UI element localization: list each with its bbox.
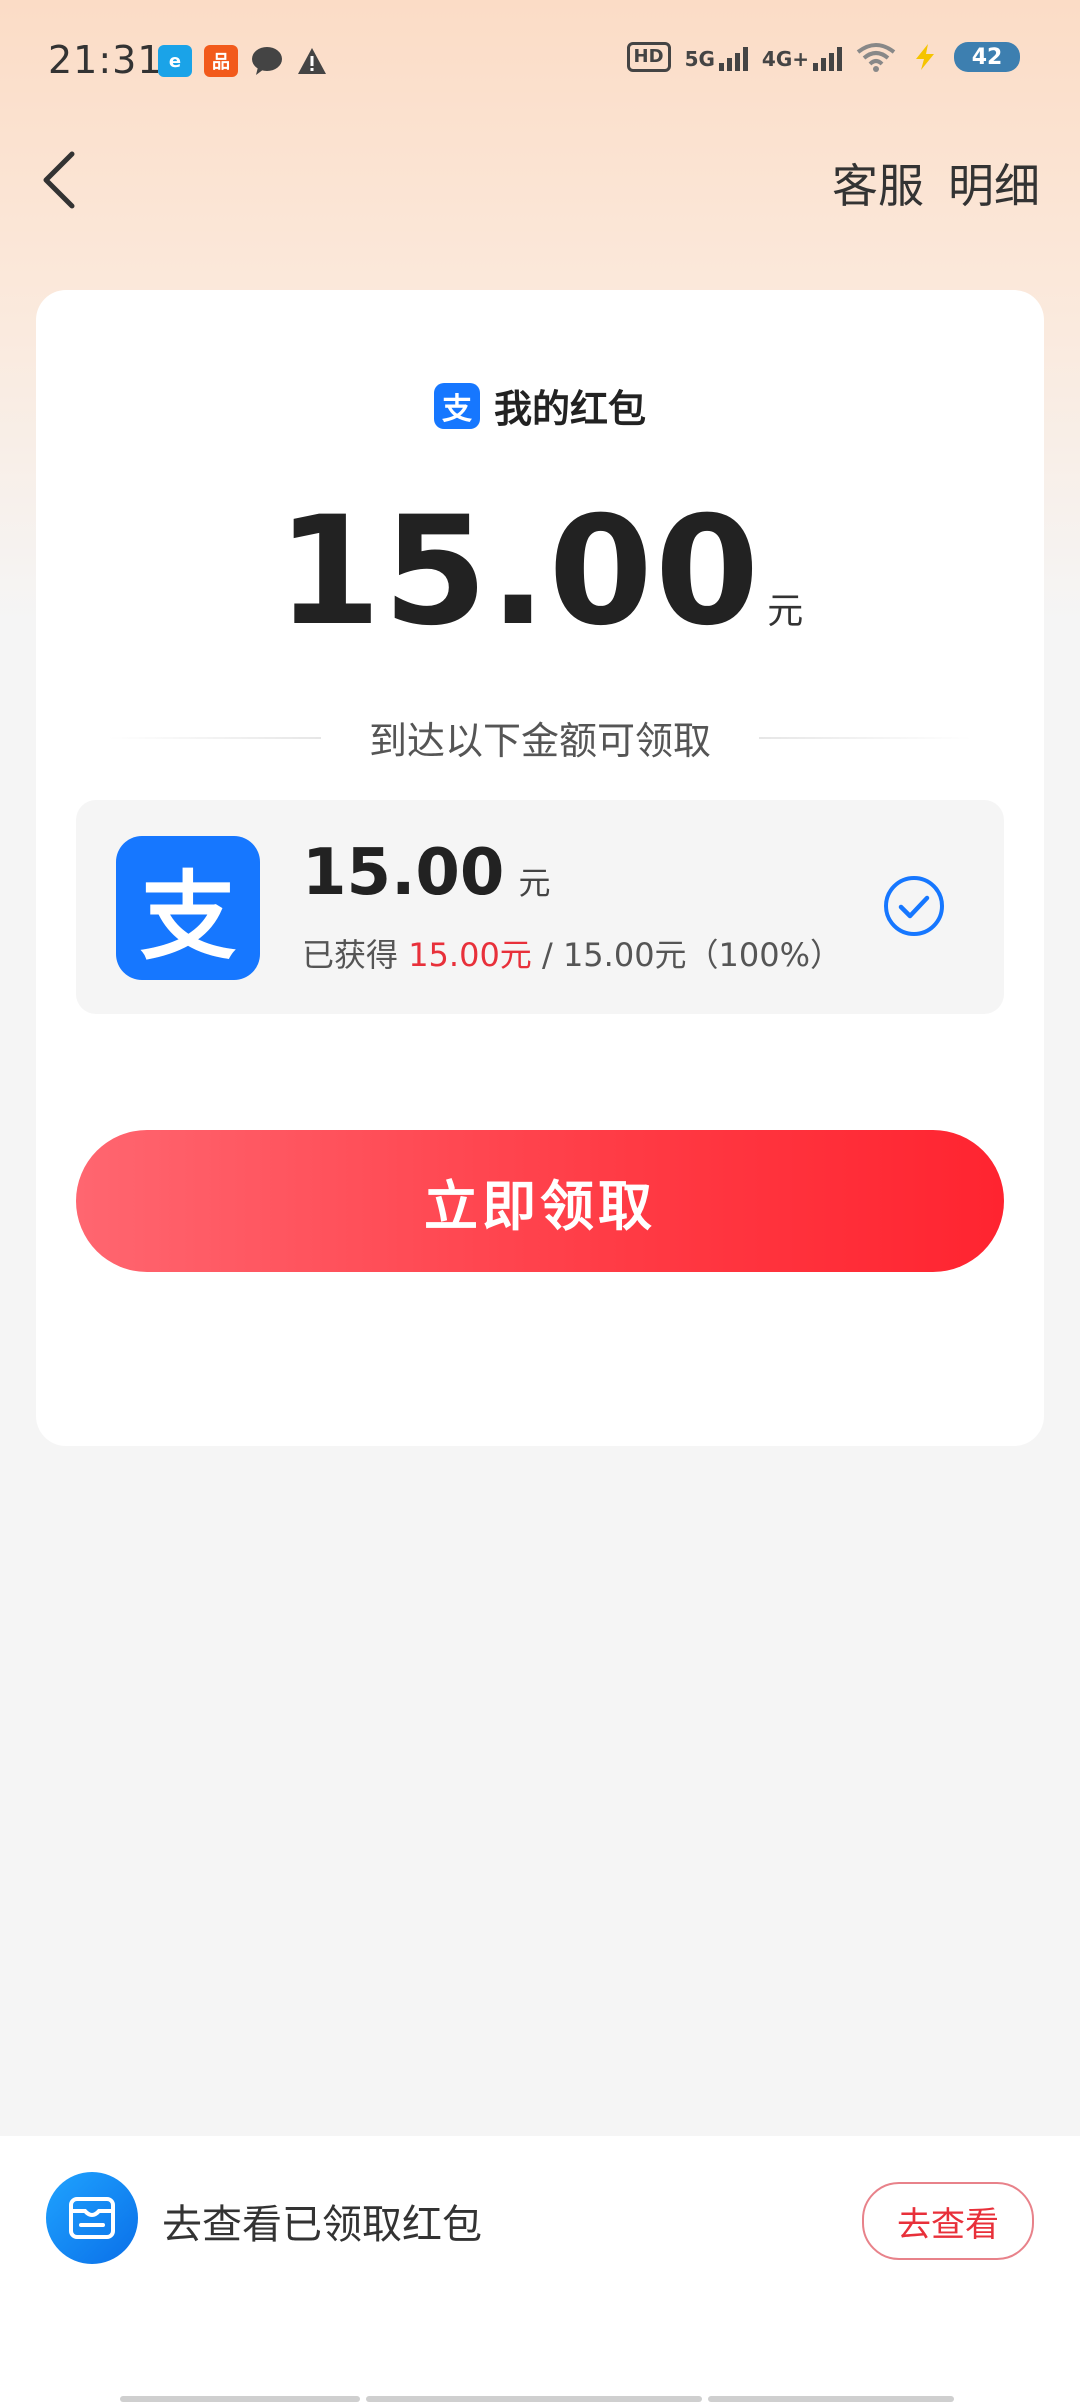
status-bar: 21:31 e 品 HD 5G 4G+ 42 [0, 0, 1080, 130]
app-notification-icon: 品 [204, 45, 238, 77]
hd-voice-icon: HD [626, 42, 671, 72]
warning-icon [298, 48, 326, 74]
network-label-2: 4G+ [761, 47, 809, 71]
claim-now-button[interactable]: 立即领取 [76, 1130, 1004, 1272]
status-time: 21:31 [48, 38, 163, 82]
red-packet-card: 支 我的红包 15.00 元 到达以下金额可领取 支 15.00 元 已获得 1… [36, 290, 1044, 1446]
condition-text: 到达以下金额可领取 [369, 719, 712, 763]
total-amount-unit: 元 [767, 591, 804, 632]
divider-line [108, 736, 321, 739]
signal-5g: 5G [685, 43, 748, 71]
progress-earned: 15.00元 [408, 936, 532, 974]
app-notification-icon: e [158, 45, 192, 77]
status-right-icons: HD 5G 4G+ 42 [626, 42, 1020, 72]
divider-line [759, 736, 973, 739]
reward-amount-value: 15.00 [302, 836, 505, 910]
total-amount-value: 15.00 [276, 485, 762, 659]
charging-bolt-icon [916, 44, 934, 70]
bottom-bar: 去查看已领取红包 去查看 [0, 2136, 1080, 2408]
wifi-icon [856, 43, 896, 72]
reward-amount: 15.00 元 [302, 836, 550, 910]
view-button[interactable]: 去查看 [862, 2182, 1034, 2260]
card-title-text: 我的红包 [493, 387, 646, 431]
chevron-left-icon[interactable] [36, 148, 86, 212]
total-amount: 15.00 元 [36, 485, 1044, 659]
alipay-app-icon: 支 [116, 836, 260, 980]
red-packet-wallet-icon [46, 2172, 138, 2264]
progress-suffix: / 15.00元（100%） [531, 936, 843, 974]
view-claimed-text[interactable]: 去查看已领取红包 [162, 2192, 482, 2250]
check-circle-icon [884, 876, 944, 936]
chat-bubble-icon [252, 47, 282, 75]
signal-bars-icon [718, 43, 748, 71]
nav-actions: 客服 明细 [832, 150, 1040, 216]
reward-item: 支 15.00 元 已获得 15.00元 / 15.00元（100%） [76, 800, 1004, 1014]
home-indicator [120, 2396, 960, 2402]
progress-prefix: 已获得 [302, 936, 409, 974]
card-title: 支 我的红包 [36, 378, 1044, 433]
battery-icon: 42 [954, 42, 1020, 72]
detail-button[interactable]: 明细 [948, 150, 1040, 216]
network-label-1: 5G [684, 47, 715, 71]
notification-icons: e 品 [158, 44, 328, 78]
alipay-logo-icon: 支 [433, 382, 480, 429]
reward-progress: 已获得 15.00元 / 15.00元（100%） [302, 930, 842, 976]
condition-divider: 到达以下金额可领取 [108, 710, 973, 765]
customer-service-button[interactable]: 客服 [832, 150, 924, 216]
signal-4g: 4G+ [762, 43, 842, 71]
signal-bars-icon [813, 43, 842, 71]
reward-amount-unit: 元 [518, 864, 551, 902]
